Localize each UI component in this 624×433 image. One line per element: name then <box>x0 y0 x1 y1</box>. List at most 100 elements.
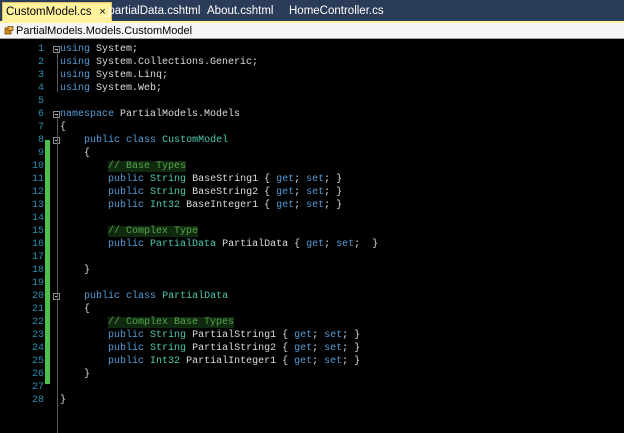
line-number: 5 <box>37 96 44 107</box>
keyword-token: using <box>60 57 91 68</box>
keyword-token: get <box>306 239 325 250</box>
code-text: using System; <box>60 43 138 56</box>
text-token: PartialModels.Models <box>114 109 241 120</box>
line-number: 3 <box>37 70 44 81</box>
outline-guide <box>57 50 58 92</box>
code-line[interactable]: 10 // Base Types <box>0 160 624 173</box>
tab-homecontroller-cs[interactable]: HomeController.cs <box>289 2 384 21</box>
line-number: 26 <box>31 369 44 380</box>
code-line[interactable]: 25 public Int32 PartialInteger1 { get; s… <box>0 355 624 368</box>
code-line[interactable]: 1 using System; <box>0 43 624 56</box>
line-number: 9 <box>37 148 44 159</box>
code-line[interactable]: 8 public class CustomModel <box>0 134 624 147</box>
keyword-token: public <box>108 239 145 250</box>
type-dropdown[interactable]: PartialModels.Models.CustomModel <box>16 23 192 39</box>
code-text: } <box>60 394 66 407</box>
tab-custommodel-cs[interactable]: CustomModel.cs × <box>2 2 112 21</box>
code-line[interactable]: 21 { <box>0 303 624 316</box>
code-line[interactable]: 28} <box>0 394 624 407</box>
line-number: 21 <box>31 304 44 315</box>
document-tab-strip: CustomModel.cs × _partialData.cshtml Abou… <box>0 0 624 21</box>
text-token: System.Collections.Generic; <box>90 57 259 68</box>
keyword-token: public <box>108 356 145 367</box>
keyword-token: public <box>108 187 145 198</box>
type-token: String <box>150 187 187 198</box>
code-text: namespace PartialModels.Models <box>60 108 240 121</box>
code-text: public String PartialString1 { get; set;… <box>60 329 360 342</box>
code-line[interactable]: 12 public String BaseString2 { get; set;… <box>0 186 624 199</box>
text-token: System; <box>90 44 139 55</box>
text-token: { <box>60 122 67 133</box>
code-text: public class CustomModel <box>60 134 228 147</box>
text-token: PartialData { <box>216 239 307 250</box>
keyword-token: public <box>108 174 145 185</box>
keyword-token: using <box>60 70 91 81</box>
code-line[interactable]: 22 // Complex Base Types <box>0 316 624 329</box>
keyword-token: using <box>60 44 91 55</box>
text-token: ; <box>312 356 325 367</box>
line-number: 14 <box>31 213 44 224</box>
code-line[interactable]: 24 public String PartialString2 { get; s… <box>0 342 624 355</box>
code-line[interactable]: 14 <box>0 212 624 225</box>
code-text: // Complex Type <box>60 225 199 238</box>
keyword-token: class <box>126 291 157 302</box>
line-number: 23 <box>31 330 44 341</box>
text-token: BaseInteger1 { <box>180 200 277 211</box>
code-line[interactable]: 7{ <box>0 121 624 134</box>
code-line[interactable]: 3 using System.Linq; <box>0 69 624 82</box>
code-line[interactable]: 13 public Int32 BaseInteger1 { get; set;… <box>0 199 624 212</box>
code-line[interactable]: 4 using System.Web; <box>0 82 624 95</box>
keyword-token: set <box>324 330 343 341</box>
comment-token: // Complex Base Types <box>108 317 235 328</box>
text-token: ; } <box>342 343 361 354</box>
keyword-token: get <box>294 356 313 367</box>
code-text: public Int32 BaseInteger1 { get; set; } <box>60 199 342 212</box>
keyword-token: set <box>324 356 343 367</box>
text-token: PartialInteger1 { <box>180 356 295 367</box>
tab-partialdata-cshtml[interactable]: _partialData.cshtml <box>102 2 200 21</box>
code-line[interactable]: 23 public String PartialString1 { get; s… <box>0 329 624 342</box>
line-number: 2 <box>37 57 44 68</box>
code-line[interactable]: 19 <box>0 277 624 290</box>
comment-token: // Base Types <box>108 161 187 172</box>
code-text: public PartialData PartialData { get; se… <box>60 238 378 251</box>
type-token: CustomModel <box>162 135 229 146</box>
tab-label: CustomModel.cs <box>6 6 92 18</box>
text-token: ; } <box>354 239 379 250</box>
code-line[interactable]: 15 // Complex Type <box>0 225 624 238</box>
code-line[interactable]: 17 <box>0 251 624 264</box>
code-line[interactable]: 11 public String BaseString1 { get; set;… <box>0 173 624 186</box>
line-number: 13 <box>31 200 44 211</box>
tab-about-cshtml[interactable]: About.cshtml <box>207 2 273 21</box>
code-line[interactable]: 26 } <box>0 368 624 381</box>
code-line[interactable]: 18 } <box>0 264 624 277</box>
keyword-token: get <box>276 187 295 198</box>
keyword-token: set <box>306 187 325 198</box>
text-token: ; } <box>324 174 343 185</box>
code-line[interactable]: 9 { <box>0 147 624 160</box>
code-line[interactable]: 27 <box>0 381 624 394</box>
code-line[interactable]: 20 public class PartialData <box>0 290 624 303</box>
code-text: { <box>60 147 90 160</box>
keyword-token: public <box>108 330 145 341</box>
navigation-bar[interactable]: PartialModels.Models.CustomModel <box>0 21 624 39</box>
code-text: // Complex Base Types <box>60 316 235 329</box>
line-number: 25 <box>31 356 44 367</box>
text-token: { <box>60 148 91 159</box>
code-text: { <box>60 303 90 316</box>
code-editor[interactable]: 1 using System; 2 using System.Collections.… <box>0 39 624 433</box>
line-number: 12 <box>31 187 44 198</box>
text-token: BaseString2 { <box>186 187 277 198</box>
code-line[interactable]: 5 <box>0 95 624 108</box>
code-line[interactable]: 2 using System.Collections.Generic; <box>0 56 624 69</box>
code-line[interactable]: 16 public PartialData PartialData { get;… <box>0 238 624 251</box>
code-line[interactable]: 6 namespace PartialModels.Models <box>0 108 624 121</box>
